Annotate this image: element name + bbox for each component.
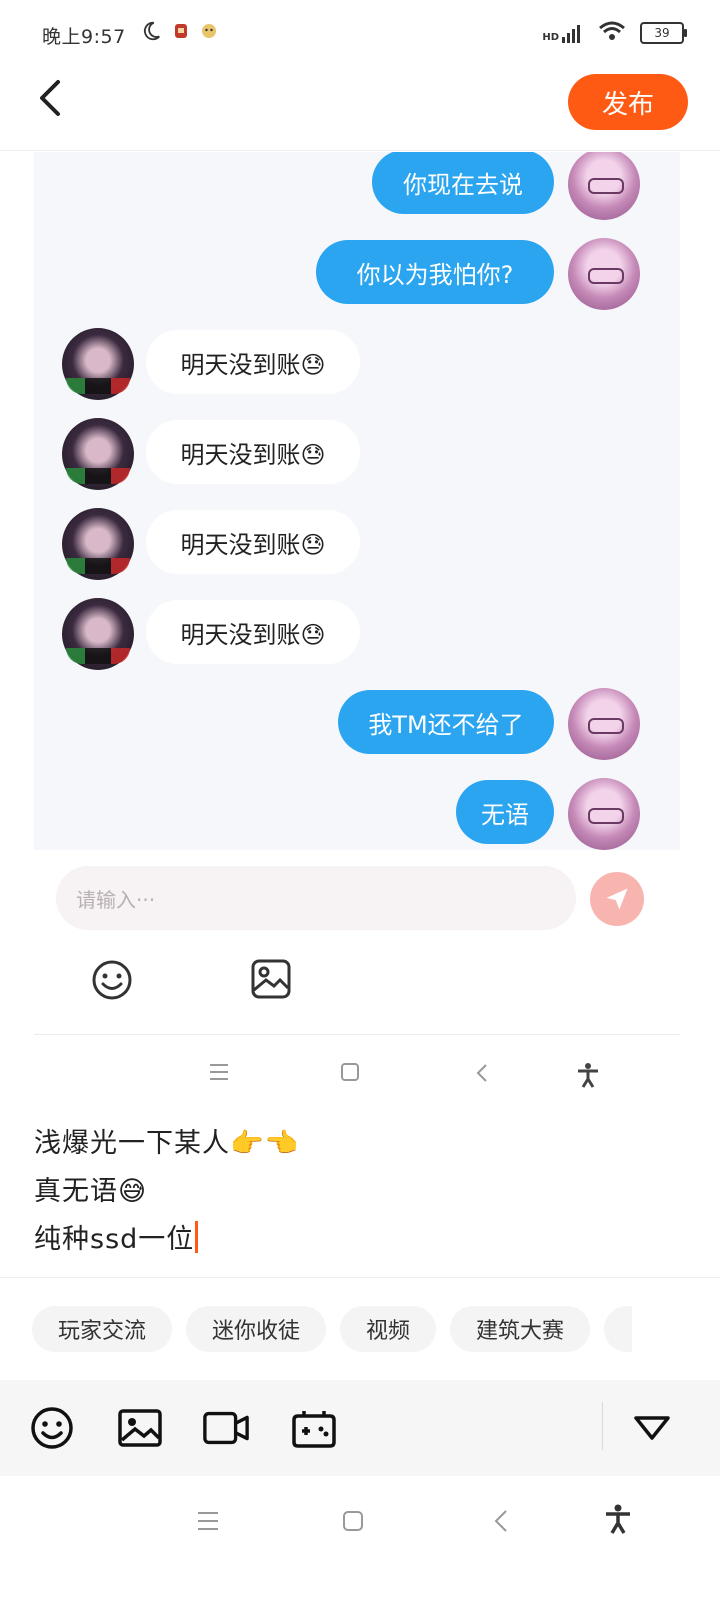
image-icon[interactable] (116, 1404, 164, 1452)
tag-chip[interactable]: 视频 (340, 1306, 437, 1352)
message-bubble-out: 无语 (456, 780, 554, 844)
home-icon (340, 1062, 360, 1086)
panel-divider (34, 1034, 680, 1035)
chat-input: 请输入··· (56, 866, 576, 930)
video-icon[interactable] (202, 1404, 250, 1452)
header-divider (0, 150, 720, 151)
battery-indicator: 39 (640, 22, 687, 44)
post-line-text: 纯种ssd一位 (34, 1224, 195, 1255)
avatar (62, 598, 134, 670)
message-bubble-in: 明天没到账😓 (146, 330, 360, 394)
post-line: 纯种ssd一位 (34, 1216, 299, 1264)
status-icons-left (140, 20, 218, 46)
message-bubble-out: 你以为我怕你? (316, 240, 554, 304)
app-icon-1 (172, 22, 190, 44)
system-nav-bar (0, 1476, 720, 1600)
message-bubble-out: 我TM还不给了 (338, 690, 554, 754)
signal-icon: HD (542, 23, 584, 43)
chevron-left-icon (36, 78, 64, 122)
editor-toolbar (0, 1380, 720, 1476)
post-line: 浅爆光一下某人👉👈 (34, 1128, 300, 1159)
tag-chip-partial[interactable] (604, 1306, 633, 1352)
avatar (568, 688, 640, 760)
message-bubble-in: 明天没到账😓 (146, 510, 360, 574)
avatar (568, 238, 640, 310)
image-icon (250, 958, 292, 1004)
message-bubble-in: 明天没到账😓 (146, 600, 360, 664)
app-icon-2 (200, 22, 218, 44)
back-button[interactable] (28, 78, 72, 122)
message-bubble-out: 你现在去说 (372, 152, 554, 214)
avatar (62, 328, 134, 400)
post-line: 真无语😅 (34, 1176, 148, 1207)
menu-icon (208, 1062, 230, 1086)
menu-icon[interactable] (196, 1510, 220, 1536)
accessibility-icon[interactable] (604, 1504, 632, 1538)
send-icon (590, 872, 644, 926)
tag-chip[interactable]: 迷你收徒 (186, 1306, 327, 1352)
back-icon[interactable] (492, 1508, 510, 1538)
status-time: 晚上9:57 (42, 26, 126, 48)
text-divider (0, 1277, 720, 1278)
network-type: HD (542, 32, 559, 43)
toolbar-divider (602, 1402, 603, 1450)
tag-chip[interactable]: 玩家交流 (32, 1306, 173, 1352)
gamepad-icon[interactable] (290, 1404, 338, 1452)
moon-icon (140, 20, 162, 46)
text-cursor (195, 1221, 199, 1253)
accessibility-icon (576, 1062, 600, 1092)
emoji-icon[interactable] (28, 1404, 76, 1452)
back-icon (474, 1062, 490, 1088)
tag-list: 玩家交流 迷你收徒 视频 建筑大赛 (32, 1306, 633, 1352)
avatar (568, 152, 640, 220)
avatar (568, 778, 640, 850)
chat-screenshot: 你现在去说 你以为我怕你? 明天没到账😓 明天没到账😓 明天没到账😓 明天没到账… (34, 152, 680, 864)
publish-button[interactable]: 发布 (568, 74, 688, 130)
tag-chip[interactable]: 建筑大赛 (450, 1306, 591, 1352)
avatar (62, 508, 134, 580)
message-bubble-in: 明天没到账😓 (146, 420, 360, 484)
post-content[interactable]: 浅爆光一下某人👉👈 真无语😅 纯种ssd一位 (34, 1120, 299, 1264)
status-right: HD 39 (542, 20, 687, 46)
home-icon[interactable] (342, 1510, 364, 1536)
avatar (62, 418, 134, 490)
wifi-icon (598, 20, 626, 46)
emoji-icon (90, 958, 134, 1006)
triangle-down-icon[interactable] (628, 1404, 676, 1452)
